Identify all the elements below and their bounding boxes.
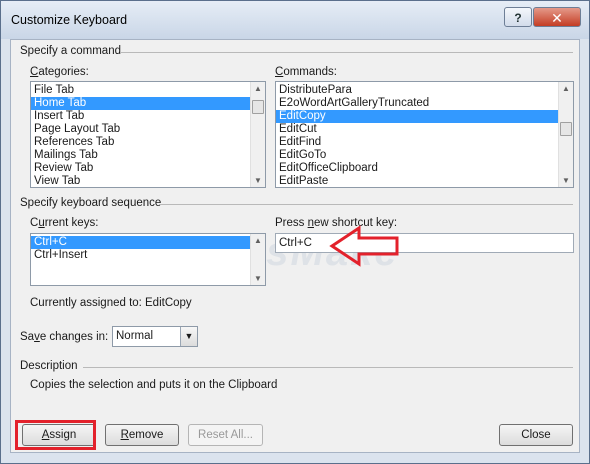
category-list-item[interactable]: Review Tab: [31, 162, 265, 175]
current-key-list-item[interactable]: Ctrl+Insert: [31, 249, 265, 262]
chevron-down-icon[interactable]: ▼: [180, 327, 197, 346]
currently-assigned-label: Currently assigned to:: [30, 297, 142, 309]
current-keys-scrollbar[interactable]: ▲ ▼: [250, 234, 265, 285]
separator: [121, 52, 573, 53]
category-list-item[interactable]: Page Layout Tab: [31, 123, 265, 136]
save-changes-label: Save changes in:: [20, 331, 109, 343]
command-list-item[interactable]: EditPaste: [276, 175, 573, 187]
command-list-item[interactable]: EditCopy: [276, 110, 573, 123]
title-bar[interactable]: Customize Keyboard ? ✕: [1, 1, 589, 39]
categories-scrollbar[interactable]: ▲ ▼: [250, 82, 265, 187]
category-list-item[interactable]: View Tab: [31, 175, 265, 187]
categories-label: Categories:: [30, 66, 89, 78]
description-legend: Description: [20, 360, 78, 372]
category-list-item[interactable]: Home Tab: [31, 97, 265, 110]
category-list-item[interactable]: File Tab: [31, 84, 265, 97]
scroll-down-arrow-icon[interactable]: ▼: [251, 272, 265, 285]
command-list-item[interactable]: EditGoTo: [276, 149, 573, 162]
commands-label: Commands:: [275, 66, 337, 78]
remove-button[interactable]: Remove: [105, 424, 179, 446]
annotation-highlight-box: [15, 420, 96, 450]
category-list-item[interactable]: References Tab: [31, 136, 265, 149]
scroll-up-arrow-icon[interactable]: ▲: [251, 82, 265, 95]
keyboard-sequence-legend: Specify keyboard sequence: [20, 197, 162, 209]
current-keys-list[interactable]: Ctrl+C Ctrl+Insert ▲ ▼: [30, 233, 266, 286]
scroll-thumb[interactable]: [252, 100, 264, 114]
separator: [83, 367, 573, 368]
current-key-list-item[interactable]: Ctrl+C: [31, 236, 265, 249]
close-button[interactable]: Close: [499, 424, 573, 446]
save-changes-value: Normal: [116, 330, 154, 342]
scroll-thumb[interactable]: [560, 122, 572, 136]
commands-list[interactable]: DistributePara E2oWordArtGalleryTruncated…: [275, 81, 574, 188]
command-list-item[interactable]: E2oWordArtGalleryTruncated: [276, 97, 573, 110]
categories-list[interactable]: File Tab Home Tab Insert Tab Page Layout Ta…: [30, 81, 266, 188]
separator: [159, 204, 573, 205]
dialog-title: Customize Keyboard: [11, 13, 128, 27]
save-changes-select[interactable]: Normal ▼: [112, 326, 198, 347]
customize-keyboard-dialog: Customize Keyboard ? ✕ TipsMake Specify …: [0, 0, 590, 464]
annotation-arrow-icon: [329, 225, 399, 267]
scroll-down-arrow-icon[interactable]: ▼: [251, 174, 265, 187]
close-window-button[interactable]: ✕: [533, 7, 581, 27]
category-list-item[interactable]: Insert Tab: [31, 110, 265, 123]
description-text: Copies the selection and puts it on the …: [30, 379, 278, 391]
scroll-up-arrow-icon[interactable]: ▲: [559, 82, 573, 95]
dialog-body: TipsMake Specify a command Categories: F…: [10, 39, 580, 453]
category-list-item[interactable]: Mailings Tab: [31, 149, 265, 162]
command-list-item[interactable]: EditOfficeClipboard: [276, 162, 573, 175]
reset-all-button[interactable]: Reset All...: [188, 424, 263, 446]
help-button[interactable]: ?: [504, 7, 532, 27]
current-keys-label: Current keys:: [30, 217, 99, 229]
command-list-item[interactable]: EditFind: [276, 136, 573, 149]
scroll-down-arrow-icon[interactable]: ▼: [559, 174, 573, 187]
commands-scrollbar[interactable]: ▲ ▼: [558, 82, 573, 187]
currently-assigned-value: EditCopy: [145, 297, 192, 309]
command-list-item[interactable]: DistributePara: [276, 84, 573, 97]
command-list-item[interactable]: EditCut: [276, 123, 573, 136]
new-shortcut-input[interactable]: Ctrl+C: [275, 233, 574, 253]
scroll-up-arrow-icon[interactable]: ▲: [251, 234, 265, 247]
specify-command-legend: Specify a command: [20, 45, 121, 57]
